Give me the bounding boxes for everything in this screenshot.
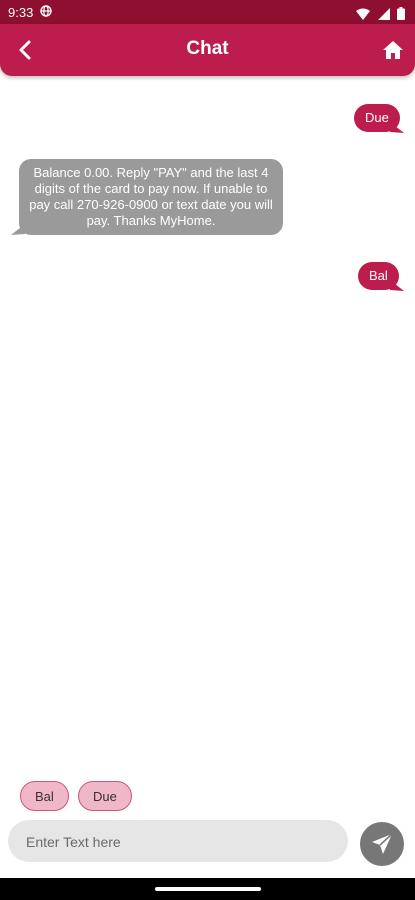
status-time: 9:33 — [8, 5, 34, 20]
message-text: Balance 0.00. Reply "PAY" and the last 4… — [29, 165, 273, 228]
quick-reply-label: Due — [93, 789, 117, 804]
bubble-tail — [11, 224, 25, 235]
send-button[interactable] — [360, 822, 404, 866]
app-bar: Chat — [0, 24, 415, 76]
quick-reply-due[interactable]: Due — [78, 781, 132, 811]
signal-icon — [377, 7, 390, 20]
message-text: Due — [365, 110, 389, 125]
page-title: Chat — [186, 38, 229, 59]
bubble-tail — [390, 122, 404, 133]
vpn-globe-icon — [40, 5, 52, 17]
home-gesture-handle[interactable] — [155, 887, 261, 891]
status-icons — [353, 5, 405, 21]
battery-icon — [397, 7, 405, 21]
status-bar: 9:33 — [0, 0, 415, 24]
wifi-icon — [356, 8, 371, 20]
message-input[interactable] — [24, 820, 336, 864]
home-button[interactable] — [381, 38, 405, 62]
home-icon — [383, 41, 403, 59]
message-text: Bal — [369, 268, 388, 283]
send-icon — [372, 833, 393, 854]
system-nav-bar — [0, 878, 415, 900]
quick-reply-bal[interactable]: Bal — [20, 781, 69, 811]
quick-reply-label: Bal — [35, 789, 54, 804]
incoming-message: Balance 0.00. Reply "PAY" and the last 4… — [19, 159, 283, 235]
message-input-container — [8, 820, 348, 864]
bubble-tail — [390, 280, 404, 291]
